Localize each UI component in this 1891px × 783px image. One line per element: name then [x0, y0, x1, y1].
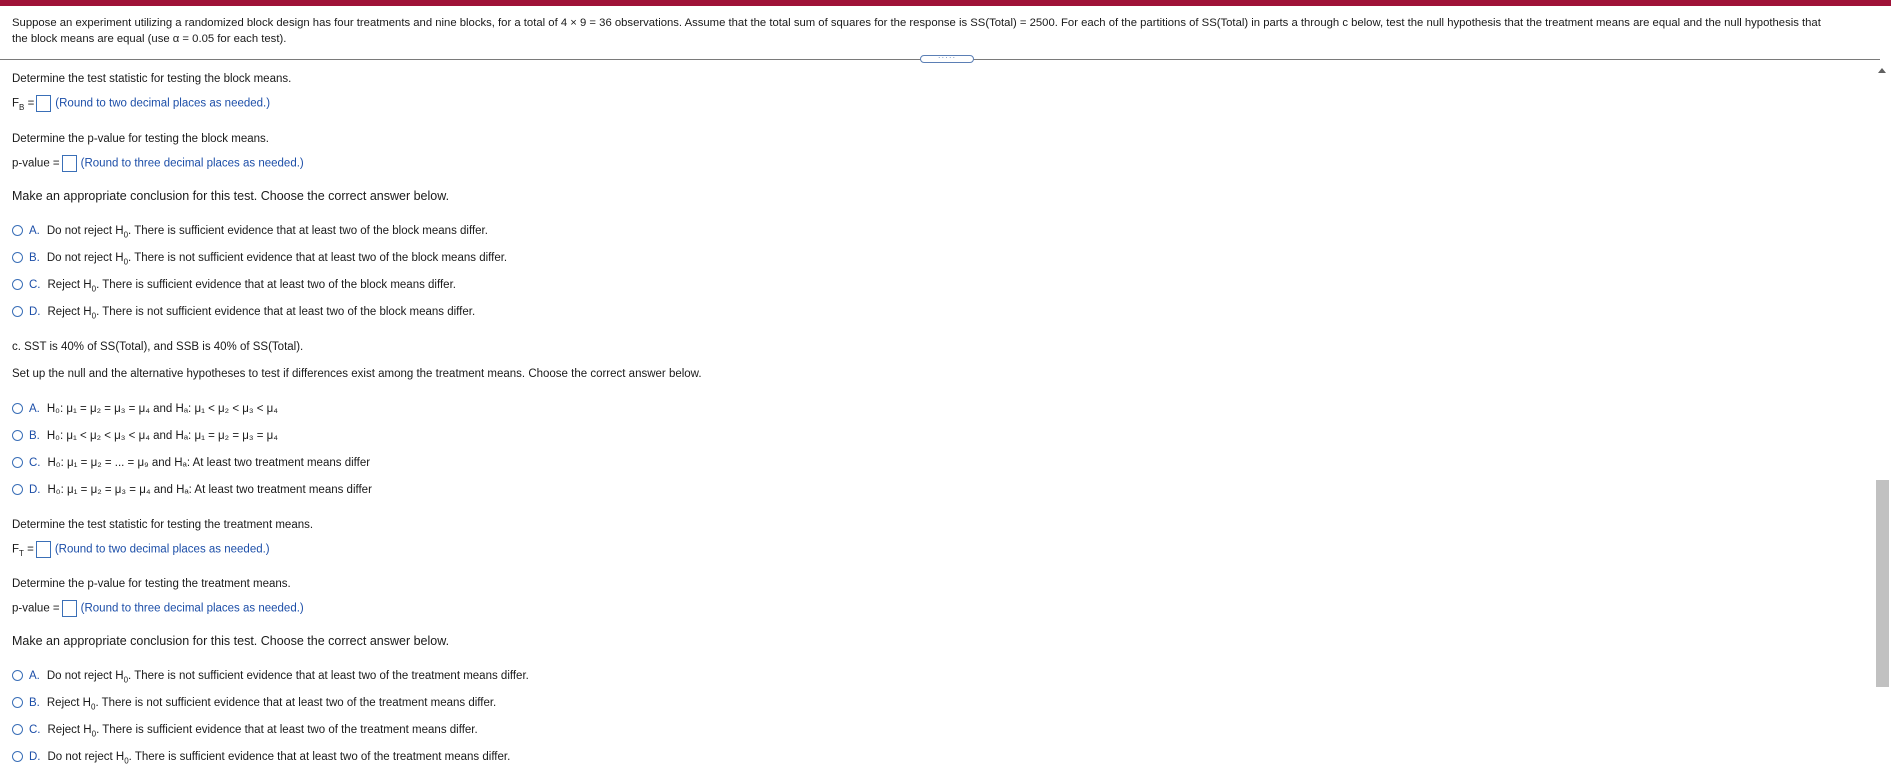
option-text-rest: . There is not sufficient evidence that … — [128, 670, 529, 682]
block-conclusion-prompt: Make an appropriate conclusion for this … — [12, 189, 450, 203]
option-letter: B. — [29, 252, 40, 264]
block-stat-label: F — [12, 97, 20, 110]
radio-button-icon[interactable] — [12, 670, 23, 682]
treatment-conclusion-option-a[interactable]: A. Do not reject H0. There is not suffici… — [12, 670, 529, 684]
treatment-conclusion-prompt: Make an appropriate conclusion for this … — [12, 634, 450, 648]
treatment-stat-label: F — [12, 543, 20, 556]
treatment-stat-answer-input[interactable] — [35, 541, 51, 558]
treatment-stat-row: FT = (Round to two decimal places as need… — [12, 541, 270, 558]
option-text: Do not reject H — [46, 225, 124, 237]
block-conclusion-option-d[interactable]: D. Reject H0. There is not sufficient evi… — [12, 306, 475, 320]
scroll-up-arrow-icon[interactable] — [1878, 68, 1886, 73]
option-letter: D. — [29, 751, 41, 763]
option-text-rest: . There is not sufficient evidence that … — [128, 252, 508, 264]
option-text-rest: . There is sufficient evidence that at l… — [96, 724, 478, 736]
block-p-hint: (Round to three decimal places as needed… — [80, 157, 304, 170]
splitter-grip-handle[interactable]: ····· — [920, 54, 974, 63]
problem-text-line-1: Suppose an experiment utilizing a random… — [12, 17, 1821, 29]
option-text: Do not reject H — [47, 751, 125, 763]
option-text-rest: . There is sufficient evidence that at l… — [128, 225, 488, 237]
radio-button-icon[interactable] — [12, 252, 23, 264]
block-conclusion-option-c[interactable]: C. Reject H0. There is sufficient evidenc… — [12, 279, 456, 293]
treatment-p-prompt: Determine the p-value for testing the tr… — [12, 578, 291, 590]
radio-button-icon[interactable] — [12, 225, 23, 237]
treatment-conclusion-option-b[interactable]: B. Reject H0. There is not sufficient evi… — [12, 697, 496, 711]
treatment-stat-equals: = — [23, 543, 34, 556]
block-p-row: p-value = (Round to three decimal places … — [12, 155, 304, 172]
option-text: Reject H — [47, 306, 92, 318]
option-text-rest: . There is not sufficient evidence that … — [96, 306, 476, 318]
option-text-rest: . There is sufficient evidence that at l… — [96, 279, 456, 291]
treatment-p-hint: (Round to three decimal places as needed… — [80, 602, 304, 615]
problem-text-line-2: the block means are equal (use α = 0.05 … — [12, 33, 287, 45]
treatment-stat-prompt: Determine the test statistic for testing… — [12, 519, 314, 531]
option-text: Do not reject H — [46, 670, 124, 682]
option-letter: A. — [29, 225, 40, 237]
option-text: H₀: μ₁ = μ₂ = μ₃ = μ₄ and Hₐ: At least t… — [47, 484, 372, 496]
option-letter: C. — [29, 724, 41, 736]
hypothesis-option-b[interactable]: B. H₀: μ₁ < μ₂ < μ₃ < μ₄ and Hₐ: μ₁ = μ₂ … — [12, 430, 278, 442]
radio-button-icon[interactable] — [12, 697, 23, 709]
scrollbar-thumb[interactable] — [1876, 480, 1889, 687]
option-letter: B. — [29, 697, 40, 709]
block-stat-answer-input[interactable] — [36, 95, 52, 112]
part-c-hypothesis-prompt: Set up the null and the alternative hypo… — [12, 368, 702, 380]
option-letter: D. — [29, 306, 41, 318]
option-text-rest: . There is not sufficient evidence that … — [95, 697, 497, 709]
option-text: Do not reject H — [46, 252, 124, 264]
option-text: Reject H — [47, 724, 92, 736]
radio-button-icon[interactable] — [12, 724, 23, 736]
block-stat-equals: = — [24, 97, 35, 110]
radio-button-icon[interactable] — [12, 751, 23, 763]
treatment-stat-hint: (Round to two decimal places as needed.) — [54, 543, 270, 556]
block-stat-hint: (Round to two decimal places as needed.) — [55, 97, 271, 110]
radio-button-icon[interactable] — [12, 457, 23, 469]
option-letter: C. — [29, 457, 41, 469]
option-text: Reject H — [46, 697, 91, 709]
hypothesis-option-a[interactable]: A. H₀: μ₁ = μ₂ = μ₃ = μ₄ and Hₐ: μ₁ < μ₂ … — [12, 403, 278, 415]
option-text: H₀: μ₁ < μ₂ < μ₃ < μ₄ and Hₐ: μ₁ = μ₂ = … — [46, 430, 278, 442]
block-p-label: p-value = — [12, 157, 60, 170]
radio-button-icon[interactable] — [12, 306, 23, 318]
radio-button-icon[interactable] — [12, 279, 23, 291]
option-text: Reject H — [47, 279, 92, 291]
option-text: H₀: μ₁ = μ₂ = ... = μ₉ and Hₐ: At least … — [47, 457, 371, 469]
problem-statement: Suppose an experiment utilizing a random… — [12, 15, 1882, 47]
option-text-rest: . There is sufficient evidence that at l… — [128, 751, 511, 763]
radio-button-icon[interactable] — [12, 430, 23, 442]
treatment-p-row: p-value = (Round to three decimal places … — [12, 600, 304, 617]
option-letter: A. — [29, 403, 40, 415]
radio-button-icon[interactable] — [12, 484, 23, 496]
treatment-p-label: p-value = — [12, 602, 60, 615]
option-letter: C. — [29, 279, 41, 291]
block-stat-row: FB = (Round to two decimal places as need… — [12, 95, 270, 112]
top-accent-bar — [0, 0, 1891, 6]
option-letter: B. — [29, 430, 40, 442]
treatment-conclusion-option-c[interactable]: C. Reject H0. There is sufficient evidenc… — [12, 724, 478, 738]
block-conclusion-option-a[interactable]: A. Do not reject H0. There is sufficient … — [12, 225, 488, 239]
option-letter: D. — [29, 484, 41, 496]
hypothesis-option-c[interactable]: C. H₀: μ₁ = μ₂ = ... = μ₉ and Hₐ: At leas… — [12, 457, 370, 469]
part-c-header: c. SST is 40% of SS(Total), and SSB is 4… — [12, 341, 304, 353]
radio-button-icon[interactable] — [12, 403, 23, 415]
block-conclusion-option-b[interactable]: B. Do not reject H0. There is not suffici… — [12, 252, 507, 266]
block-p-prompt: Determine the p-value for testing the bl… — [12, 133, 269, 145]
option-text: H₀: μ₁ = μ₂ = μ₃ = μ₄ and Hₐ: μ₁ < μ₂ < … — [46, 403, 278, 415]
hypothesis-option-d[interactable]: D. H₀: μ₁ = μ₂ = μ₃ = μ₄ and Hₐ: At least… — [12, 484, 372, 496]
block-p-answer-input[interactable] — [61, 155, 77, 172]
option-letter: A. — [29, 670, 40, 682]
treatment-p-answer-input[interactable] — [61, 600, 77, 617]
treatment-conclusion-option-d[interactable]: D. Do not reject H0. There is sufficient … — [12, 751, 510, 765]
block-stat-prompt: Determine the test statistic for testing… — [12, 73, 292, 85]
